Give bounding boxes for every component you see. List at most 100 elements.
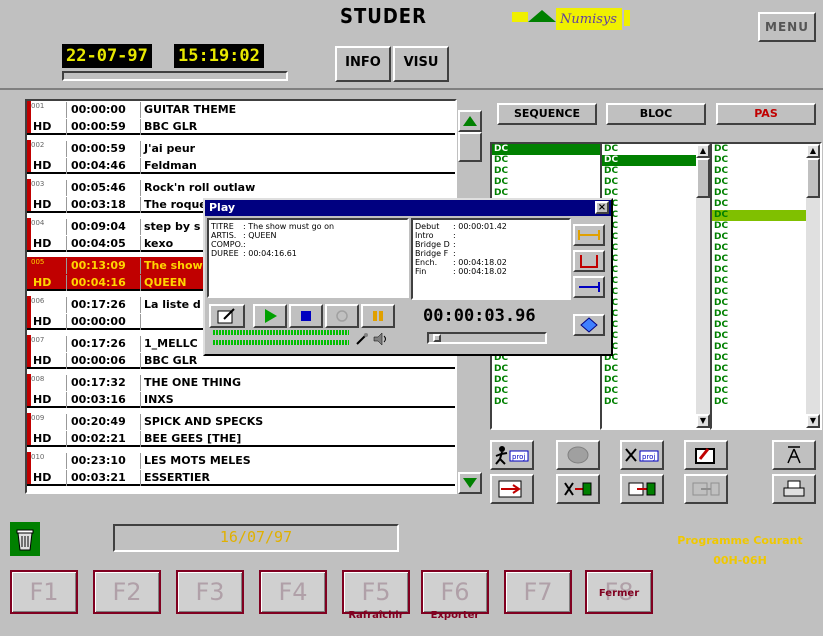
trash-button[interactable] — [10, 522, 40, 556]
list-item[interactable]: DC — [492, 155, 600, 166]
set-end-marker-button[interactable] — [573, 276, 605, 298]
scroll-thumb[interactable] — [458, 132, 482, 162]
list-item[interactable]: DC — [602, 320, 710, 331]
list-item[interactable]: DC — [602, 276, 710, 287]
list-item[interactable]: DC — [602, 375, 710, 386]
set-mid-marker-button[interactable] — [573, 250, 605, 272]
tab-pas[interactable]: PAS — [716, 103, 816, 125]
list-item[interactable]: DC — [602, 364, 710, 375]
list-item[interactable]: DC — [492, 364, 600, 375]
list-item[interactable]: DC — [602, 155, 710, 166]
list-item[interactable]: DC — [712, 265, 820, 276]
fkey-f8-button[interactable]: F8 Fermer — [585, 570, 653, 614]
scroll-up-button[interactable]: ▲ — [696, 144, 710, 158]
fkey-f2-button[interactable]: F2 — [93, 570, 161, 614]
list-item[interactable]: DC — [602, 166, 710, 177]
list-item[interactable]: DC — [712, 386, 820, 397]
list-item[interactable]: DC — [712, 210, 820, 221]
speaker-icon[interactable] — [373, 332, 389, 349]
list-item[interactable]: DC — [712, 375, 820, 386]
play-dialog-titlebar[interactable]: Play × — [205, 200, 611, 216]
loop-button[interactable] — [573, 314, 605, 336]
edit-note-button[interactable] — [209, 304, 245, 328]
list-item[interactable]: DC — [712, 331, 820, 342]
list-item[interactable]: DC — [492, 166, 600, 177]
list-item[interactable]: DC — [712, 254, 820, 265]
list-item[interactable]: DC — [492, 144, 600, 155]
list-item[interactable]: DC — [712, 397, 820, 408]
disabled-tool-button[interactable] — [556, 440, 600, 470]
playlist-row[interactable]: 002 00:00:59 J'ai peur HD 00:04:46 Feldman — [27, 140, 455, 174]
scroll-up-button[interactable] — [458, 110, 482, 132]
pause-button[interactable] — [361, 304, 395, 328]
slider-thumb[interactable] — [433, 334, 441, 342]
fkey-f7-button[interactable]: F7 — [504, 570, 572, 614]
list-item[interactable]: DC — [712, 188, 820, 199]
edit-frame-button[interactable] — [684, 440, 728, 470]
list-item[interactable]: DC — [602, 397, 710, 408]
playlist-row[interactable]: 009 00:20:49 SPICK AND SPECKS HD 00:02:21 BEE… — [27, 413, 455, 447]
list-item[interactable]: DC — [712, 342, 820, 353]
fkey-f3-button[interactable]: F3 — [176, 570, 244, 614]
visu-button[interactable]: VISU — [393, 46, 449, 82]
list-item[interactable]: DC — [492, 177, 600, 188]
list-item[interactable]: DC — [712, 232, 820, 243]
list-item[interactable]: DC — [602, 287, 710, 298]
list-item[interactable]: DC — [712, 364, 820, 375]
list-item[interactable]: DC — [492, 386, 600, 397]
scroll-down-button[interactable]: ▼ — [696, 414, 710, 428]
record-button[interactable] — [325, 304, 359, 328]
list-item[interactable]: DC — [712, 155, 820, 166]
list-item[interactable]: DC — [602, 265, 710, 276]
stop-button[interactable] — [289, 304, 323, 328]
list-item[interactable]: DC — [712, 309, 820, 320]
fkey-f4-button[interactable]: F4 — [259, 570, 327, 614]
disabled-export-button[interactable] — [684, 474, 728, 504]
list-item[interactable]: DC — [602, 298, 710, 309]
tab-bloc[interactable]: BLOC — [606, 103, 706, 125]
microphone-icon[interactable] — [355, 332, 369, 349]
list-item[interactable]: DC — [712, 243, 820, 254]
scroll-thumb[interactable] — [696, 158, 710, 198]
list-item[interactable]: DC — [712, 276, 820, 287]
fkey-f5-button[interactable]: F5 Rafraîchir — [342, 570, 410, 621]
list-item[interactable]: DC — [492, 397, 600, 408]
list-item[interactable]: DC — [602, 188, 710, 199]
list-item[interactable]: DC — [712, 221, 820, 232]
info-button[interactable]: INFO — [335, 46, 391, 82]
playlist-row[interactable]: 001 00:00:00 GUITAR THEME HD 00:00:59 BBC GLR — [27, 101, 455, 135]
list-item[interactable]: DC — [602, 254, 710, 265]
position-slider[interactable] — [427, 332, 547, 344]
scroll-thumb[interactable] — [806, 158, 820, 198]
list-item[interactable]: DC — [602, 199, 710, 210]
list-item[interactable]: DC — [602, 177, 710, 188]
cut-runner-button[interactable]: proj — [620, 440, 664, 470]
list-item[interactable]: DC — [492, 375, 600, 386]
import-runner-button[interactable]: proj — [490, 440, 534, 470]
list-item[interactable]: DC — [602, 243, 710, 254]
insert-button[interactable] — [490, 474, 534, 504]
playlist-row[interactable]: 008 00:17:32 THE ONE THING HD 00:03:16 INXS — [27, 374, 455, 408]
list-item[interactable]: DC — [602, 309, 710, 320]
fkey-f1-button[interactable]: F1 — [10, 570, 78, 614]
list-item[interactable]: DC — [712, 177, 820, 188]
list-item[interactable]: DC — [712, 166, 820, 177]
menu-button[interactable]: MENU — [758, 12, 816, 42]
list-item[interactable]: DC — [602, 232, 710, 243]
list-item[interactable]: DC — [712, 320, 820, 331]
tab-sequence[interactable]: SEQUENCE — [497, 103, 597, 125]
bloc-list-scrollbar[interactable]: ▲ ▼ — [696, 144, 710, 428]
scroll-up-button[interactable]: ▲ — [806, 144, 820, 158]
list-item[interactable]: DC — [602, 331, 710, 342]
antenna-button[interactable] — [772, 440, 816, 470]
export-to-file-button[interactable] — [620, 474, 664, 504]
fkey-f6-button[interactable]: F6 Exporter — [421, 570, 489, 621]
list-item[interactable]: DC — [602, 386, 710, 397]
pas-list-scrollbar[interactable]: ▲ ▼ — [806, 144, 820, 428]
list-item[interactable]: DC — [712, 298, 820, 309]
print-button[interactable] — [772, 474, 816, 504]
scroll-down-button[interactable]: ▼ — [806, 414, 820, 428]
close-icon[interactable]: × — [595, 201, 609, 214]
list-item[interactable]: DC — [602, 342, 710, 353]
date-field[interactable]: 16/07/97 — [113, 524, 399, 552]
